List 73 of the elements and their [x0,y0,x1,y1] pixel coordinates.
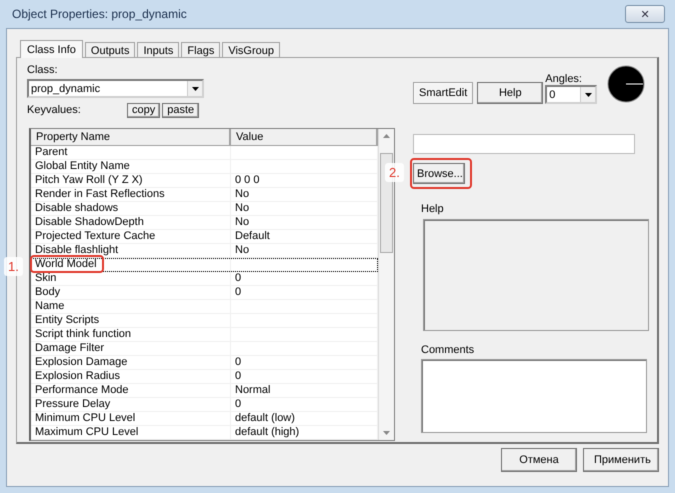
keyvalue-button[interactable]: paste [162,102,200,118]
property-row[interactable]: Skin 0 [31,272,378,286]
property-row[interactable]: Parent [31,146,378,160]
help-label: Help [421,203,445,215]
property-name: Script think function [31,328,231,341]
property-row[interactable]: Pitch Yaw Roll (Y Z X) 0 0 0 [31,174,378,188]
property-row[interactable]: Disable ShadowDepth No [31,216,378,230]
property-name: Maximum CPU Level [31,426,231,439]
scroll-up-icon[interactable] [382,132,391,141]
property-row[interactable]: Body 0 [31,286,378,300]
window-title: Object Properties: prop_dynamic [12,7,187,21]
browse-button[interactable]: Browse... [413,163,465,184]
tab[interactable]: Inputs [137,42,180,57]
property-row[interactable]: Render in Fast Reflections No [31,188,378,202]
angle-dial-icon[interactable] [607,65,646,103]
property-row[interactable]: Disable flashlight No [31,244,378,258]
property-name: Parent [31,146,231,159]
property-name: Explosion Damage [31,356,231,369]
property-name: Disable shadows [31,202,231,215]
angles-label: Angles: [545,73,583,85]
property-name: Entity Scripts [31,314,231,327]
keyvalues-label: Keyvalues: [27,104,82,116]
property-name: Disable ShadowDepth [31,216,231,229]
property-name: Damage Filter [31,342,231,355]
property-row[interactable]: Explosion Radius 0 [31,370,378,384]
property-name: Pressure Delay [31,398,231,411]
close-button[interactable]: ✕ [625,5,665,23]
tab[interactable]: VisGroup [222,42,280,57]
property-row[interactable]: Damage Filter [31,342,378,356]
comments-label: Comments [421,344,476,356]
property-row[interactable]: Projected Texture Cache Default [31,230,378,244]
property-name: Performance Mode [31,384,231,397]
tab[interactable]: Class Info [20,40,83,58]
dialog-button[interactable]: Применить [583,448,659,472]
highlight-frame [410,158,472,189]
smartedit-toggle[interactable]: SmartEdit [413,82,474,104]
annotation-number: 2. [385,163,404,182]
property-name: Render in Fast Reflections [31,188,231,201]
property-name: Pitch Yaw Roll (Y Z X) [31,174,231,187]
property-row[interactable]: Disable shadows No [31,202,378,216]
property-row[interactable]: World Model [31,258,378,272]
keyvalue-button[interactable]: copy [127,102,160,118]
property-row[interactable]: Explosion Damage 0 [31,356,378,370]
annotation-number: 1. [4,257,23,276]
angles-dropdown[interactable]: 0 [545,85,598,104]
property-row[interactable]: Global Entity Name [31,160,378,174]
property-row[interactable]: Performance Mode Normal [31,384,378,398]
property-row[interactable]: Script think function [31,328,378,342]
property-name: Explosion Radius [31,370,231,383]
property-name: Disable flashlight [31,244,231,257]
dropdown-arrow-icon [584,92,593,98]
property-name: Global Entity Name [31,160,231,173]
tab[interactable]: Flags [181,42,220,57]
property-name: Name [31,300,231,313]
property-row[interactable]: Name [31,300,378,314]
property-name: Body [31,286,231,299]
property-row[interactable]: Entity Scripts [31,314,378,328]
scroll-down-icon[interactable] [382,428,391,437]
property-name: Minimum CPU Level [31,412,231,425]
class-label: Class: [27,64,59,76]
dropdown-arrow-icon [190,86,200,92]
property-name: Projected Texture Cache [31,230,231,243]
property-row[interactable]: Maximum CPU Level default (high) [31,426,378,440]
dialog-button[interactable]: Отмена [501,448,577,472]
tab[interactable]: Outputs [84,42,136,57]
help-button[interactable]: Help [477,82,544,104]
property-name: Skin [31,272,231,285]
class-dropdown[interactable]: prop_dynamic [27,79,204,98]
comments-field[interactable] [421,359,647,433]
property-row[interactable]: Pressure Delay 0 [31,398,378,412]
value-field[interactable] [413,134,635,154]
property-name: World Model [31,258,231,271]
property-row[interactable]: Minimum CPU Level default (low) [31,412,378,426]
